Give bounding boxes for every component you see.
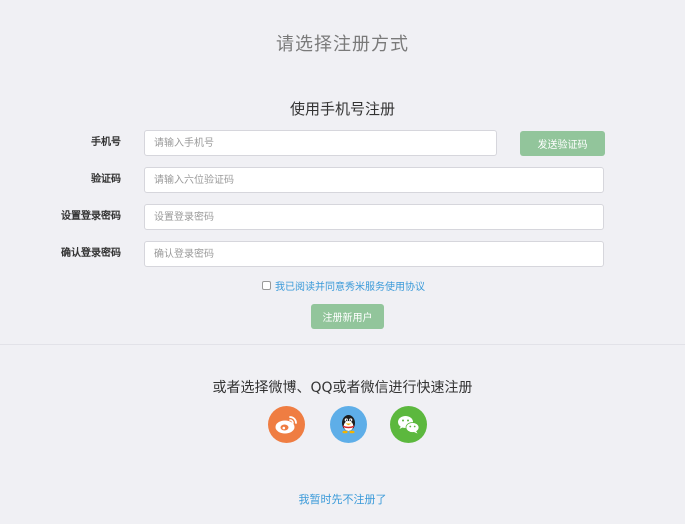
- confirm-password-label: 确认登录密码: [61, 248, 121, 259]
- agreement-row[interactable]: 我已阅读并同意秀米服务使用协议: [262, 278, 425, 293]
- qq-login-button[interactable]: [330, 406, 367, 443]
- agreement-checkbox[interactable]: [262, 280, 271, 290]
- password-row: 设置登录密码: [0, 204, 685, 230]
- phone-input[interactable]: [144, 130, 497, 156]
- code-row: 验证码: [0, 167, 685, 193]
- phone-row: 手机号 发送验证码: [0, 130, 685, 156]
- phone-register-title: 使用手机号注册: [289, 100, 395, 118]
- confirm-password-row: 确认登录密码: [0, 241, 685, 267]
- send-code-button[interactable]: 发送验证码: [520, 131, 605, 156]
- wechat-login-button[interactable]: [390, 406, 427, 443]
- agreement-link[interactable]: 我已阅读并同意秀米服务使用协议: [275, 278, 425, 293]
- password-label: 设置登录密码: [61, 211, 121, 222]
- code-label: 验证码: [91, 174, 121, 185]
- social-register-title: 或者选择微博、QQ或者微信进行快速注册: [212, 380, 473, 396]
- password-input[interactable]: [144, 204, 604, 230]
- confirm-password-input[interactable]: [144, 241, 604, 267]
- qq-icon: [342, 415, 355, 434]
- weibo-icon: [275, 416, 297, 434]
- skip-register-link[interactable]: 我暂时先不注册了: [299, 493, 387, 506]
- code-input[interactable]: [144, 167, 604, 193]
- section-divider: [0, 344, 685, 345]
- weibo-login-button[interactable]: [268, 406, 305, 443]
- wechat-icon: [398, 416, 420, 434]
- page-title: 请选择注册方式: [276, 34, 409, 55]
- phone-label: 手机号: [91, 137, 121, 148]
- registration-page: 请选择注册方式 使用手机号注册 手机号 发送验证码 验证码 设置登录密码 确认登…: [0, 0, 685, 524]
- register-button[interactable]: 注册新用户: [311, 304, 384, 329]
- skip-register-row: 我暂时先不注册了: [0, 491, 685, 507]
